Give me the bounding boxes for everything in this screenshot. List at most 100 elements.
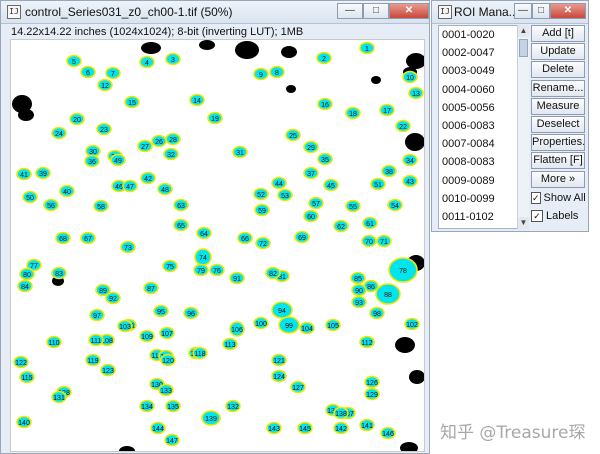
cell-roi[interactable]: 88: [375, 283, 401, 305]
cell-roi[interactable]: 27: [137, 139, 153, 153]
cell-roi[interactable]: 66: [237, 231, 253, 245]
cell-roi[interactable]: 64: [196, 226, 212, 240]
cell-roi[interactable]: 119: [85, 353, 101, 367]
cell-roi[interactable]: 43: [402, 174, 418, 188]
cell-roi[interactable]: 8: [269, 65, 285, 79]
roi-list-item[interactable]: 0010-0099: [439, 190, 523, 208]
cell-roi[interactable]: 109: [139, 329, 155, 343]
cell-roi[interactable]: 16: [317, 97, 333, 111]
cell-roi[interactable]: 110: [46, 335, 62, 349]
cell-roi[interactable]: 75: [162, 259, 178, 273]
roi-list-item[interactable]: 0008-0083: [439, 153, 523, 171]
cell-roi[interactable]: 28: [165, 132, 181, 146]
cell-roi[interactable]: 60: [303, 209, 319, 223]
cell-roi[interactable]: 67: [80, 231, 96, 245]
cell-roi[interactable]: 65: [173, 218, 189, 232]
cell-roi[interactable]: 145: [297, 421, 313, 435]
cell-roi[interactable]: 107: [159, 326, 175, 340]
cell-roi[interactable]: 70: [361, 234, 377, 248]
cell-roi[interactable]: 61: [362, 216, 378, 230]
cell-roi[interactable]: 31: [232, 145, 248, 159]
roi-list-item[interactable]: 0005-0056: [439, 99, 523, 117]
cell-roi[interactable]: 55: [345, 199, 361, 213]
close-button[interactable]: ✕: [550, 3, 586, 19]
cell-roi[interactable]: 59: [254, 203, 270, 217]
cell-roi[interactable]: 105: [325, 318, 341, 332]
cell-roi[interactable]: 34: [402, 153, 418, 167]
checkbox-icon[interactable]: ✓: [531, 209, 543, 222]
cell-roi[interactable]: 50: [22, 190, 38, 204]
cell-roi[interactable]: 72: [255, 236, 271, 250]
cell-roi[interactable]: 38: [381, 164, 397, 178]
cell-roi[interactable]: 73: [120, 240, 136, 254]
labels-checkbox[interactable]: ✓ Labels: [531, 208, 585, 224]
cell-roi[interactable]: 84: [17, 279, 33, 293]
cell-roi[interactable]: 18: [345, 106, 361, 120]
cell-roi[interactable]: 14: [189, 93, 205, 107]
show-all-checkbox[interactable]: ✓ Show All: [531, 190, 586, 206]
cell-roi[interactable]: 52: [253, 187, 269, 201]
roi-manager-window[interactable]: IJ ROI Mana... — □ ✕ 0001-0020 0002-0047 0…: [431, 0, 589, 232]
cell-roi[interactable]: 24: [51, 126, 67, 140]
cell-roi[interactable]: 90: [351, 283, 367, 297]
scroll-up-icon[interactable]: ▲: [518, 25, 529, 37]
cell-roi[interactable]: 76: [209, 263, 225, 277]
cell-roi[interactable]: 112: [359, 335, 375, 349]
cell-roi[interactable]: 69: [294, 230, 310, 244]
cell-roi[interactable]: 40: [59, 184, 75, 198]
cell-roi[interactable]: 78: [388, 257, 418, 283]
roi-list-item[interactable]: 0003-0049: [439, 62, 523, 80]
restore-button[interactable]: □: [363, 3, 389, 19]
roi-list-item[interactable]: 0006-0083: [439, 117, 523, 135]
image-window-titlebar[interactable]: IJ control_Series031_z0_ch00-1.tif (50%)…: [1, 1, 429, 24]
cell-roi[interactable]: 12: [97, 78, 113, 92]
scroll-thumb[interactable]: [519, 39, 528, 57]
cell-roi[interactable]: 83: [51, 266, 67, 280]
flatten-button[interactable]: Flatten [F]: [531, 152, 585, 170]
cell-roi[interactable]: 47: [122, 179, 138, 193]
roi-list-item[interactable]: 0001-0020: [439, 26, 523, 44]
cell-roi[interactable]: 95: [153, 304, 169, 318]
cell-roi[interactable]: 122: [13, 355, 29, 369]
cell-roi[interactable]: 79: [193, 263, 209, 277]
image-canvas[interactable]: 1 2 3 4 5 6 7 8 9 10 12 13 14 15 16 17 18 19 20 22 23 24 25 26 2…: [10, 39, 425, 452]
cell-roi[interactable]: 106: [229, 321, 245, 337]
image-window[interactable]: IJ control_Series031_z0_ch00-1.tif (50%)…: [0, 0, 430, 454]
properties-button[interactable]: Properties...: [531, 134, 585, 152]
cell-roi[interactable]: 20: [69, 112, 85, 126]
cell-roi[interactable]: 32: [163, 147, 179, 161]
close-button[interactable]: ✕: [389, 3, 429, 19]
cell-roi[interactable]: 13: [408, 86, 424, 100]
cell-roi[interactable]: 146: [380, 426, 396, 440]
cell-roi[interactable]: 111: [88, 333, 104, 347]
cell-roi[interactable]: 49: [110, 153, 126, 167]
cell-roi[interactable]: 104: [299, 321, 315, 335]
cell-roi[interactable]: 80: [19, 267, 35, 281]
cell-roi[interactable]: 36: [84, 154, 100, 168]
cell-roi[interactable]: 22: [395, 119, 411, 133]
cell-roi[interactable]: 17: [379, 103, 395, 117]
cell-roi[interactable]: 147: [164, 433, 180, 447]
cell-roi[interactable]: 71: [376, 234, 392, 248]
restore-button[interactable]: □: [532, 3, 550, 19]
cell-roi[interactable]: 96: [183, 306, 199, 320]
cell-roi[interactable]: 102: [404, 317, 420, 331]
roi-list-item[interactable]: 0004-0060: [439, 81, 523, 99]
cell-roi[interactable]: 94: [271, 301, 293, 319]
cell-roi[interactable]: 87: [143, 281, 159, 295]
cell-roi[interactable]: 41: [16, 167, 32, 181]
cell-roi[interactable]: 1: [359, 41, 375, 55]
cell-roi[interactable]: 53: [277, 188, 293, 202]
cell-roi[interactable]: 10: [402, 70, 418, 84]
cell-roi[interactable]: 132: [225, 399, 241, 413]
cell-roi[interactable]: 57: [308, 196, 324, 210]
cell-roi[interactable]: 92: [105, 291, 121, 305]
cell-roi[interactable]: 134: [139, 399, 155, 413]
cell-roi[interactable]: 140: [16, 415, 32, 429]
cell-roi[interactable]: 3: [165, 52, 181, 66]
cell-roi[interactable]: 39: [35, 166, 51, 180]
cell-roi[interactable]: 143: [266, 421, 282, 435]
cell-roi[interactable]: 131: [51, 390, 67, 404]
cell-roi[interactable]: 51: [370, 177, 386, 191]
cell-roi[interactable]: 127: [290, 380, 306, 394]
